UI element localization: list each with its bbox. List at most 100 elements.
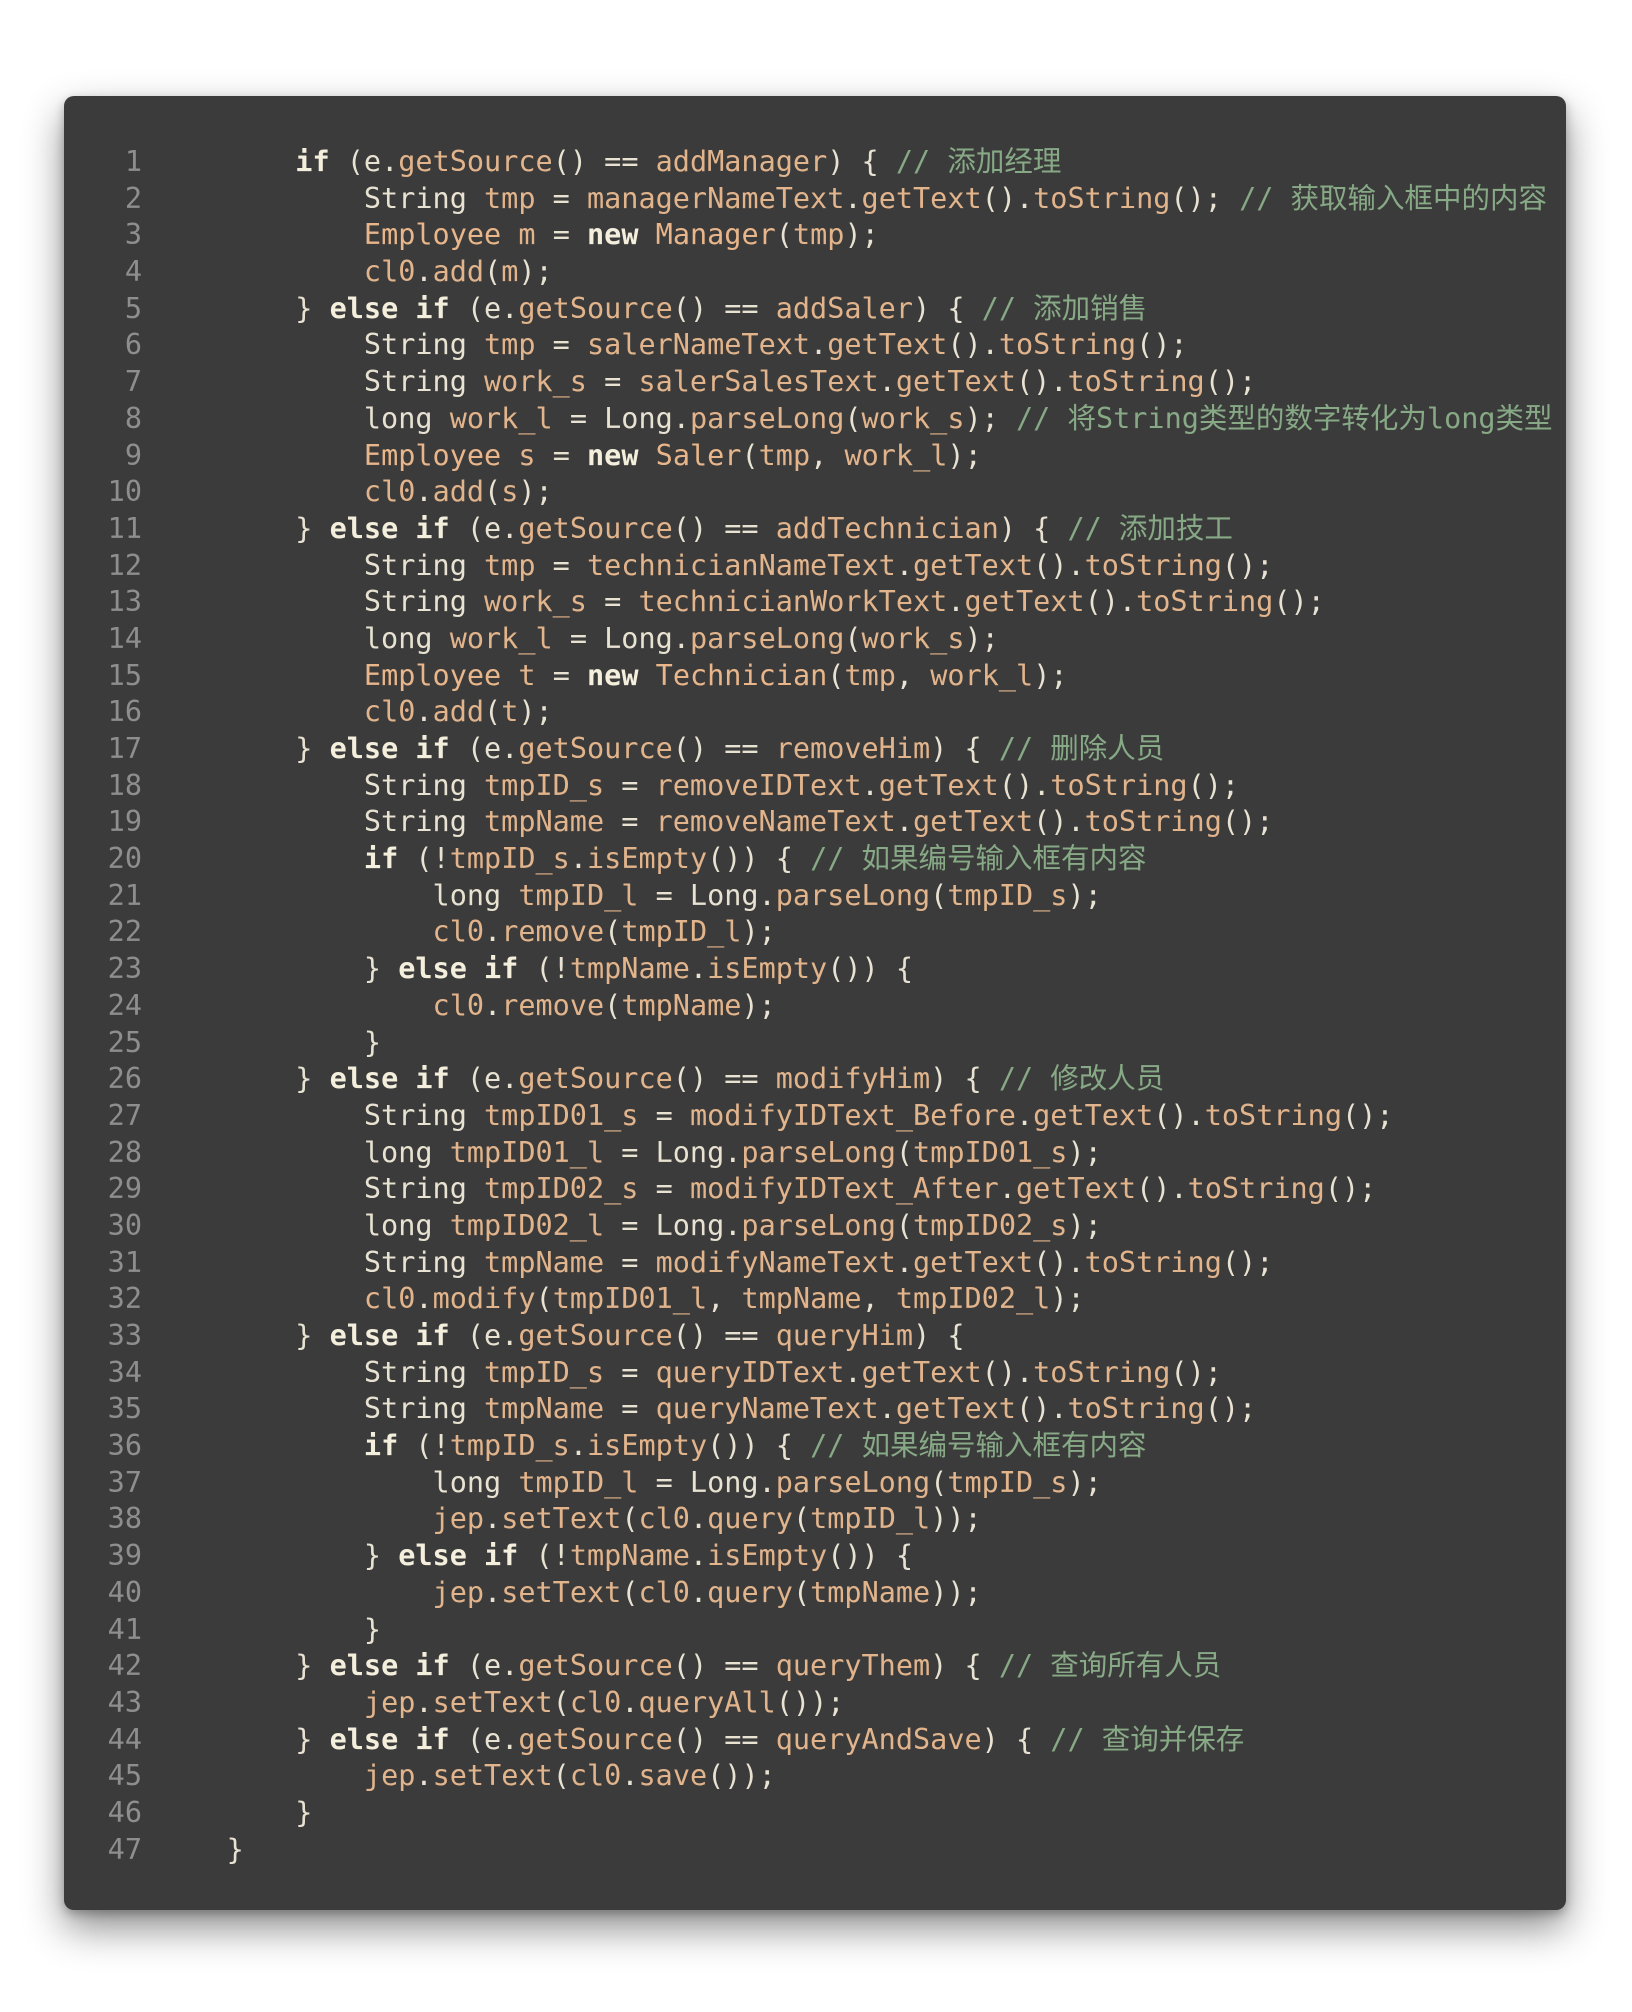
code-text: long tmpID01_l = Long.parseLong(tmpID01_… [142,1135,1102,1172]
code-token: String [158,1098,485,1132]
code-token: ( [552,1759,570,1793]
code-token: } [158,1649,330,1683]
line-number: 6 [124,328,142,362]
code-token: . [621,1685,639,1719]
code-comment: // 添加经理 [895,145,1062,178]
code-text: cl0.modify(tmpID01_l, tmpName, tmpID02_l… [142,1281,1085,1318]
line-number: 15 [107,658,142,692]
code-token: ( [604,915,622,949]
code-token: removeNameText [655,805,896,839]
code-token: getText [895,1392,1016,1426]
code-token: toString [1084,1245,1222,1279]
code-token: . [689,1575,708,1609]
code-token: ( [895,1135,914,1169]
code-token: cl0 [363,1282,416,1316]
code-token: ( [792,1502,811,1536]
code-token: (e. [449,1649,519,1683]
code-token: tmpName [484,805,605,839]
code-token: getSource [518,1649,673,1683]
code-comment: // 删除人员 [998,732,1165,765]
code-line: 46 } [64,1795,1566,1832]
code-token: = [638,1172,690,1206]
line-number: 21 [107,878,142,912]
code-token: tmpID_s [947,878,1068,912]
code-token: (); [1204,1392,1257,1426]
code-token: . [878,1392,896,1426]
code-token: (). [1136,1172,1188,1206]
code-token: = [604,1392,656,1426]
code-token: setText [432,1685,553,1719]
line-number: 7 [124,365,142,399]
code-token: else if [329,732,450,765]
code-token: toString [1033,181,1171,215]
code-line: 16 cl0.add(t); [64,694,1566,731]
code-token: (e. [449,1319,519,1352]
code-token: isEmpty [587,1429,708,1463]
code-token: String [158,1392,485,1426]
code-text: } else if (e.getSource() == queryThem) {… [142,1648,1221,1685]
line-number: 24 [107,988,142,1022]
code-token: ); [518,695,553,729]
code-token: ); [518,255,553,289]
code-token: tmp [484,328,536,362]
line-number: 43 [107,1685,142,1719]
code-token: = [586,585,639,619]
code-token: work_s [484,365,587,399]
code-token: ( [930,878,948,912]
code-token: tmpID_s [449,1429,570,1463]
code-token: . [415,1685,433,1719]
line-number: 41 [107,1612,142,1646]
code-token: . [415,695,433,729]
code-line: 22 cl0.remove(tmpID_l); [64,914,1566,951]
code-token: ); [947,438,982,472]
code-text: String tmpID_s = queryIDText.getText().t… [142,1355,1222,1392]
code-token: . [689,952,708,986]
code-token: ( [844,621,862,655]
code-token: String [158,365,485,399]
code-token: t [518,658,536,692]
line-number: 31 [107,1245,142,1279]
code-token: ) { [930,1649,999,1683]
code-token: (). [947,328,999,362]
code-token: = [604,1245,656,1279]
line-number: 9 [124,438,142,472]
line-number: 38 [107,1502,142,1536]
code-token: } [158,1722,330,1756]
code-token: , [707,1282,742,1316]
code-token: tmpID_s [484,768,605,802]
code-token: removeIDText [655,768,862,802]
code-token: tmpID_s [449,842,570,876]
code-token: ( [741,438,759,472]
code-token: (! [518,952,570,986]
code-token: (); [1136,328,1188,362]
code-token: modifyIDText_After [689,1172,999,1206]
code-token: () == [672,511,776,545]
code-token: = [535,218,588,252]
line-number: 28 [107,1135,142,1169]
code-token: ); [741,915,776,949]
line-number: 36 [107,1429,142,1463]
code-token: (e. [449,291,519,325]
code-token: modifyNameText [655,1245,896,1279]
line-number: 20 [107,842,142,876]
code-token: tmpID02_l [449,1208,605,1242]
line-number: 14 [107,621,142,655]
code-token: (). [981,1355,1034,1389]
code-line: 18 String tmpID_s = removeIDText.getText… [64,768,1566,805]
code-token: technicianWorkText [638,585,948,619]
code-token: parseLong [741,1208,896,1242]
code-line: 13 String work_s = technicianWorkText.ge… [64,584,1566,621]
code-token: () == [672,1319,776,1352]
code-token: . [415,1282,433,1316]
code-token: . [895,1245,913,1279]
code-token: . [484,1502,502,1536]
code-token: . [878,365,896,399]
code-token: tmp [844,658,896,692]
